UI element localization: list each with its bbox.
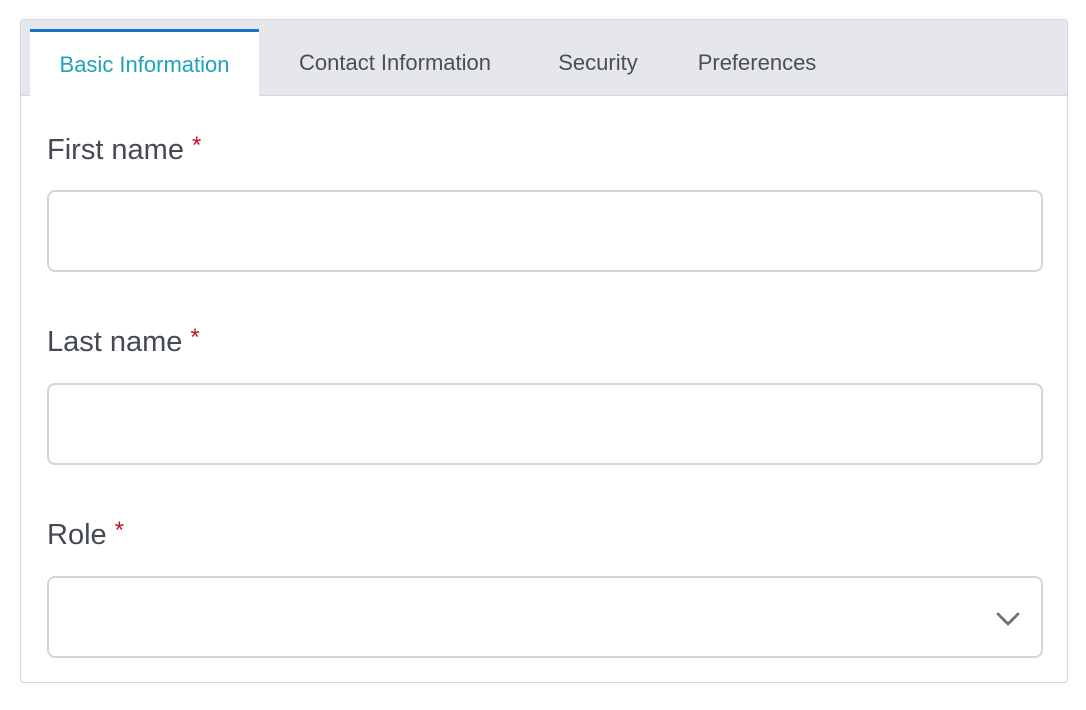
role-label-text: Role [47, 519, 107, 551]
tab-preferences[interactable]: Preferences [683, 29, 831, 96]
tab-label: Preferences [697, 49, 817, 75]
tab-basic-information[interactable]: Basic Information [30, 29, 259, 97]
required-mark: * [190, 324, 200, 351]
tab-label: Security [558, 49, 638, 75]
first-name-input[interactable] [47, 190, 1043, 272]
first-name-label: First name * [47, 132, 202, 167]
role-select[interactable] [47, 576, 1043, 658]
last-name-input[interactable] [47, 383, 1043, 465]
first-name-label-text: First name [47, 134, 184, 166]
required-mark: * [191, 132, 202, 159]
tab-contact-information[interactable]: Contact Information [279, 29, 511, 96]
required-mark: * [114, 517, 124, 544]
tab-bar: Basic Information Contact Information Se… [21, 20, 1067, 97]
chevron-down-icon[interactable] [995, 605, 1021, 631]
role-label: Role * [47, 517, 124, 552]
tab-security[interactable]: Security [539, 29, 657, 96]
form-panel: Basic Information Contact Information Se… [20, 19, 1068, 683]
tab-label: Basic Information [59, 51, 230, 77]
last-name-label: Last name * [47, 324, 200, 359]
last-name-label-text: Last name [47, 326, 183, 358]
tab-label: Contact Information [299, 49, 491, 75]
